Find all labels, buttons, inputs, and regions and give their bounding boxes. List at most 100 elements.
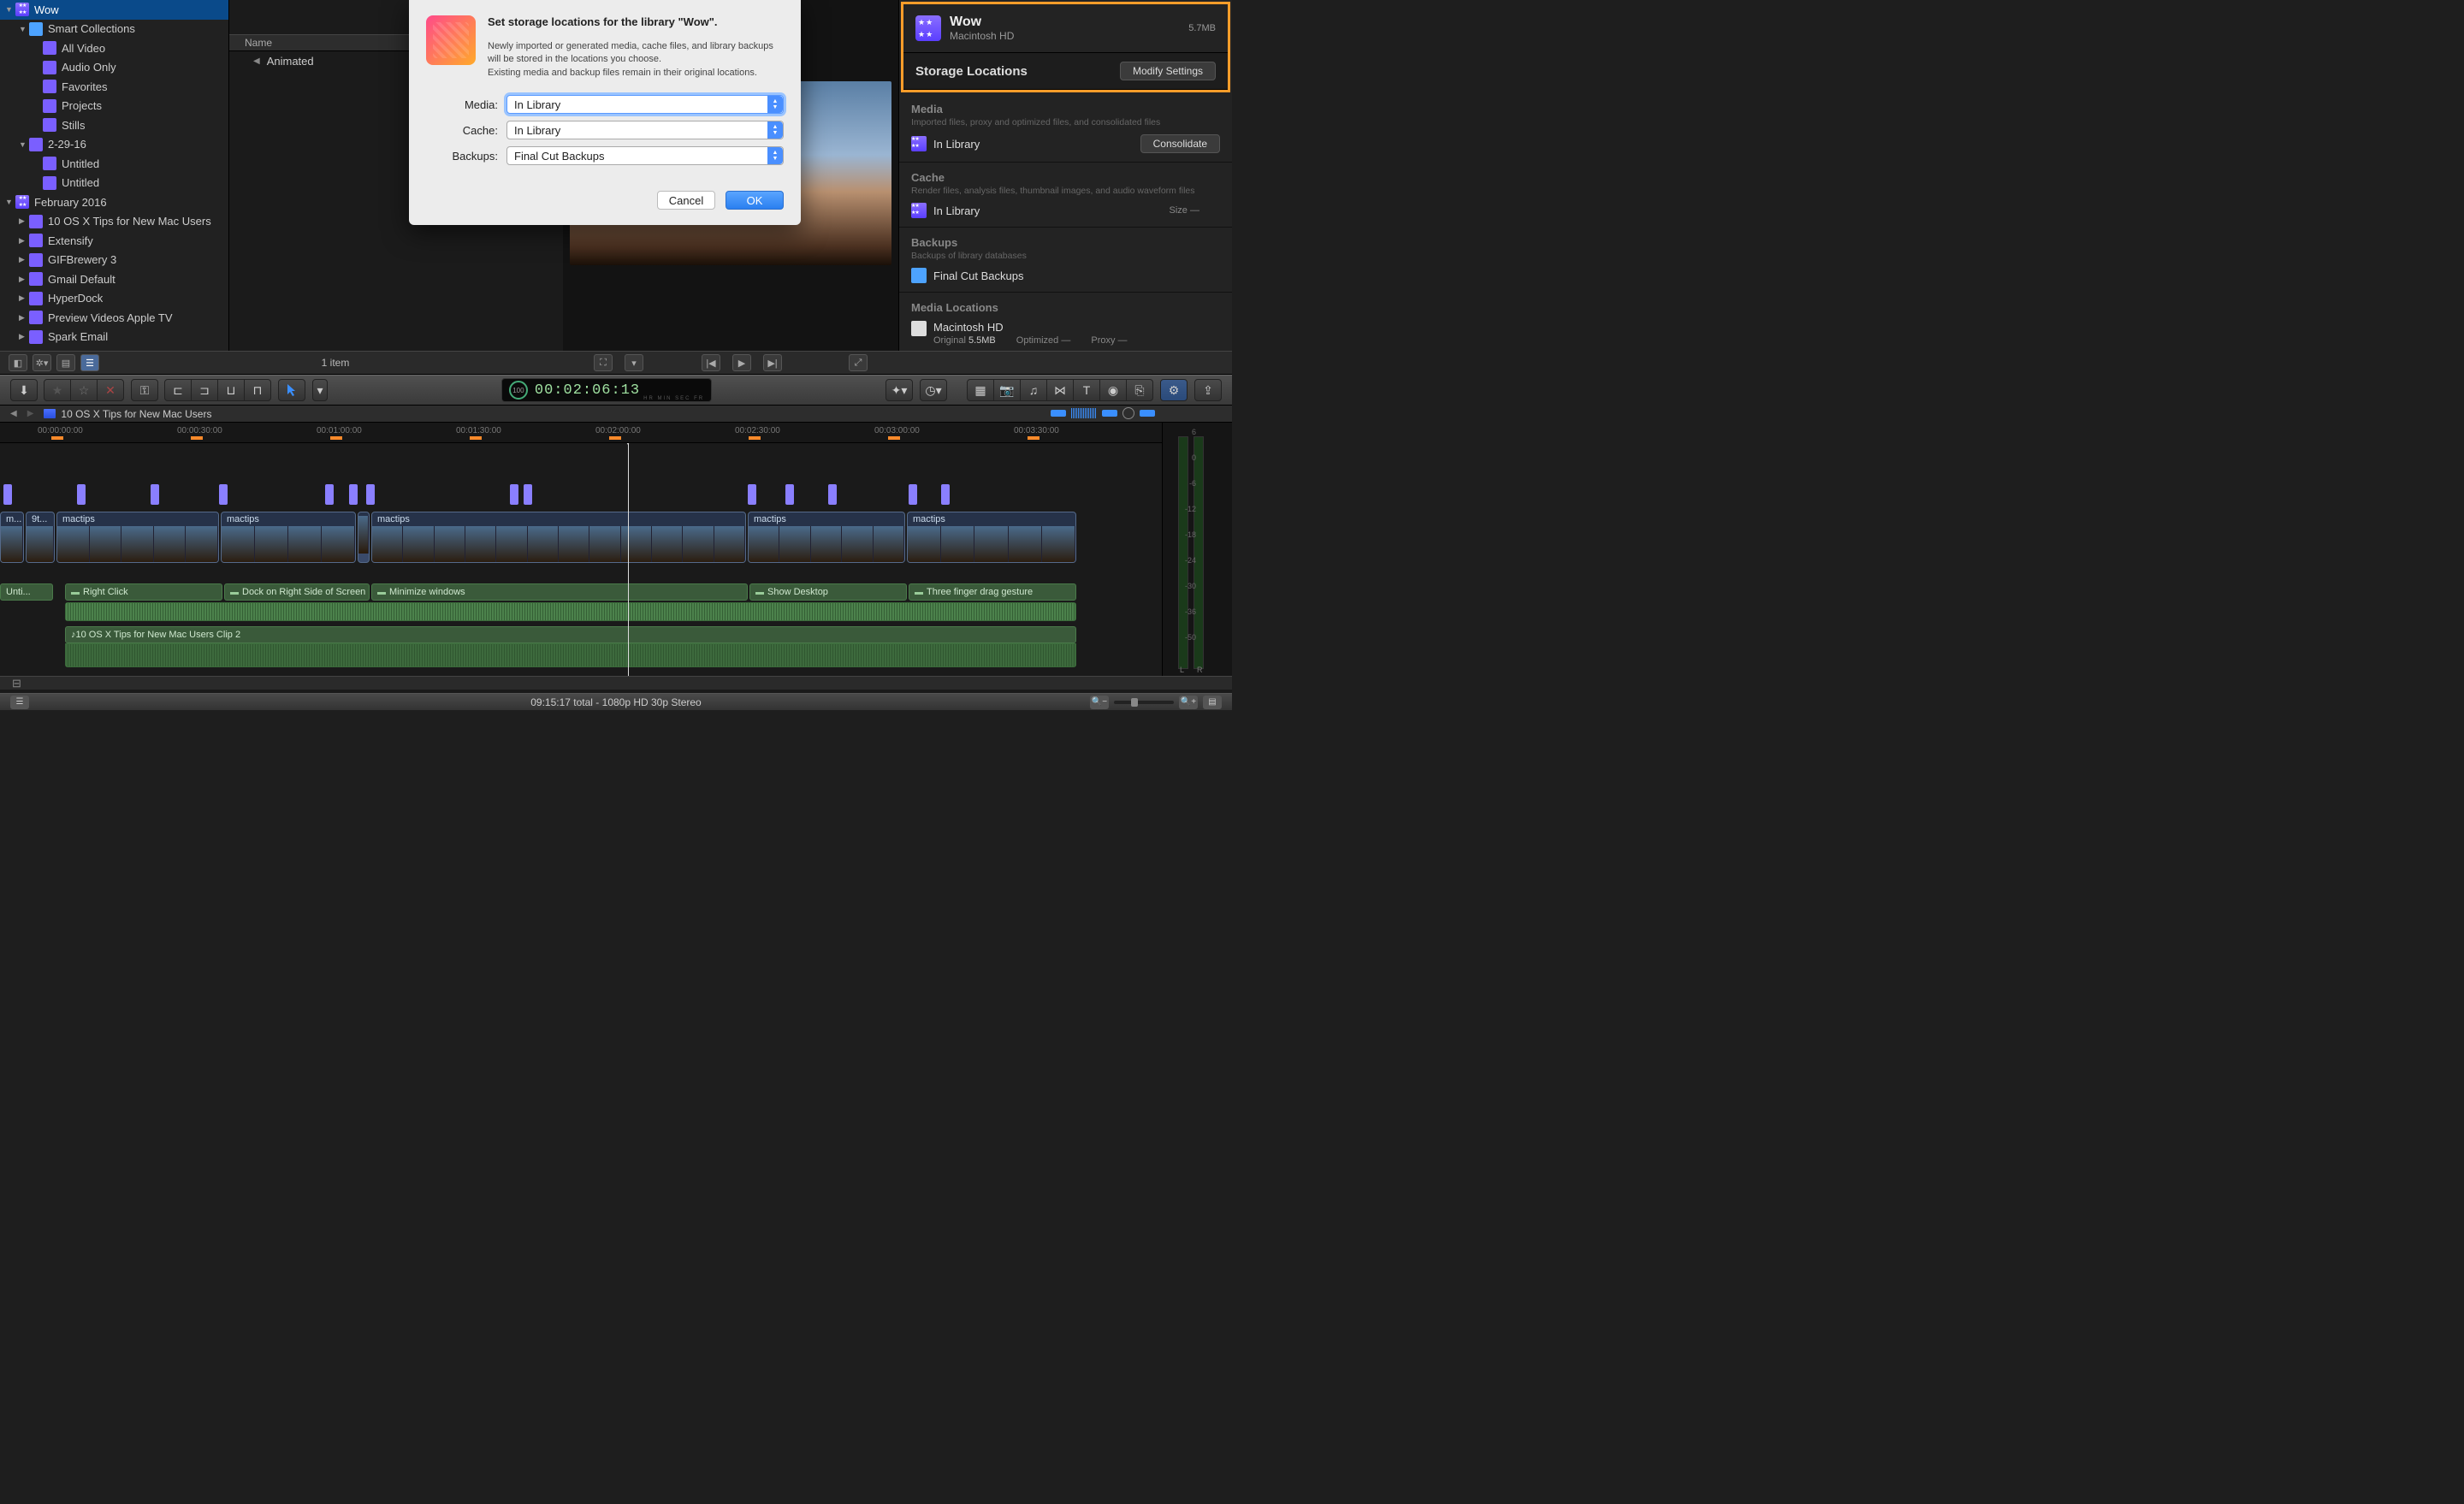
audio-clip-title[interactable]: ♪ 10 OS X Tips for New Mac Users Clip 2 bbox=[65, 626, 1076, 643]
video-clip[interactable]: 9t... bbox=[26, 512, 55, 563]
sidebar-item-smart[interactable]: Audio Only bbox=[0, 58, 228, 78]
timeline-index-button[interactable]: ☰ bbox=[10, 696, 29, 709]
share-button[interactable]: ⇪ bbox=[1194, 379, 1222, 401]
backups-select[interactable]: Final Cut Backups▲▼ bbox=[506, 146, 784, 165]
connect-clip-button[interactable]: ⊏ bbox=[164, 379, 192, 401]
marker[interactable] bbox=[366, 484, 375, 505]
marker[interactable] bbox=[785, 484, 794, 505]
sidebar-item-event[interactable]: ▶Preview Videos Apple TV bbox=[0, 308, 228, 328]
history-back-button[interactable]: ◀ bbox=[10, 409, 17, 418]
sidebar-item-event[interactable]: ▶HyperDock bbox=[0, 289, 228, 309]
view-options-button[interactable]: ▾ bbox=[625, 354, 643, 371]
history-fwd-button[interactable]: ▶ bbox=[27, 409, 34, 418]
timeline-index-item[interactable] bbox=[1051, 410, 1066, 417]
sidebar-item-library[interactable]: ▼Wow bbox=[0, 0, 228, 20]
title-clip[interactable]: ▬Show Desktop bbox=[749, 583, 907, 601]
skimming-button[interactable]: ⊟ bbox=[12, 677, 21, 690]
clip-appearance-button[interactable]: ▤ bbox=[1203, 696, 1222, 709]
marker[interactable] bbox=[151, 484, 159, 505]
fullscreen-button[interactable]: ⤢ bbox=[849, 354, 868, 371]
timeline-body[interactable]: m...9t...mactipsmactipsmactipsmactipsmac… bbox=[0, 443, 1232, 676]
library-sidebar[interactable]: ▼Wow▼Smart CollectionsAll VideoAudio Onl… bbox=[0, 0, 229, 351]
disclosure-icon[interactable]: ▶ bbox=[19, 216, 27, 226]
import-button[interactable]: ⬇ bbox=[10, 379, 38, 401]
sidebar-item-smart[interactable]: Favorites bbox=[0, 77, 228, 97]
sidebar-item-event[interactable]: ▶Gmail Default bbox=[0, 269, 228, 289]
inspector-button[interactable]: ⚙ bbox=[1160, 379, 1188, 401]
select-tool-button[interactable] bbox=[278, 379, 305, 401]
timeline-index-item[interactable] bbox=[1102, 410, 1117, 417]
list-view-button[interactable]: ☰ bbox=[80, 354, 99, 371]
sidebar-item-event[interactable]: ▼2-29-16 bbox=[0, 135, 228, 155]
append-clip-button[interactable]: ⊔ bbox=[217, 379, 245, 401]
photos-browser-button[interactable]: 📷 bbox=[993, 379, 1021, 401]
disclosure-icon[interactable]: ▶ bbox=[19, 293, 27, 303]
prev-edit-button[interactable]: |◀ bbox=[702, 354, 720, 371]
disclosure-icon[interactable]: ▼ bbox=[5, 5, 14, 14]
zoom-out-button[interactable]: 🔍− bbox=[1090, 696, 1109, 709]
sidebar-item-project[interactable]: Untitled bbox=[0, 174, 228, 193]
disclosure-icon[interactable]: ▶ bbox=[19, 313, 27, 323]
video-clip[interactable]: mactips bbox=[748, 512, 905, 563]
sidebar-item-folder[interactable]: ▼Smart Collections bbox=[0, 20, 228, 39]
title-clip[interactable]: ▬Three finger drag gesture bbox=[909, 583, 1076, 601]
marker[interactable] bbox=[510, 484, 518, 505]
background-tasks-icon[interactable]: 100 bbox=[509, 381, 528, 400]
video-clip[interactable]: mactips bbox=[371, 512, 746, 563]
marker[interactable] bbox=[77, 484, 86, 505]
disclosure-icon[interactable]: ▼ bbox=[19, 25, 27, 33]
overwrite-clip-button[interactable]: ⊓ bbox=[244, 379, 271, 401]
title-clip[interactable]: ▬Minimize windows bbox=[371, 583, 748, 601]
disclosure-icon[interactable]: ▶ bbox=[19, 255, 27, 264]
music-browser-button[interactable]: ♫ bbox=[1020, 379, 1047, 401]
video-clip[interactable]: mactips bbox=[56, 512, 219, 563]
disclosure-icon[interactable]: ▶ bbox=[19, 275, 27, 284]
zoom-slider[interactable] bbox=[1114, 701, 1174, 704]
disclosure-icon[interactable]: ▼ bbox=[19, 140, 27, 149]
marker[interactable] bbox=[325, 484, 334, 505]
playhead[interactable] bbox=[628, 443, 629, 676]
filmstrip-view-button[interactable]: ▤ bbox=[56, 354, 75, 371]
themes-browser-button[interactable]: ⎘ bbox=[1126, 379, 1153, 401]
favorite-button[interactable]: ★ bbox=[44, 379, 71, 401]
sidebar-item-project[interactable]: Untitled bbox=[0, 154, 228, 174]
timeline-ruler[interactable]: 00:00:00:0000:00:30:0000:01:00:0000:01:3… bbox=[0, 423, 1232, 443]
ok-button[interactable]: OK bbox=[726, 191, 784, 210]
insert-clip-button[interactable]: ⊐ bbox=[191, 379, 218, 401]
marker[interactable] bbox=[3, 484, 12, 505]
timecode-display[interactable]: 100 00:02:06:13 HR MIN SEC FR bbox=[501, 378, 712, 402]
sidebar-item-smart[interactable]: Stills bbox=[0, 115, 228, 135]
sidebar-item-smart[interactable]: All Video bbox=[0, 38, 228, 58]
marker[interactable] bbox=[828, 484, 837, 505]
keyword-button[interactable]: ⚿ bbox=[131, 379, 158, 401]
transitions-browser-button[interactable]: ⋈ bbox=[1046, 379, 1074, 401]
media-select[interactable]: In Library▲▼ bbox=[506, 95, 784, 114]
title-clip[interactable]: ▬Dock on Right Side of Screen bbox=[224, 583, 370, 601]
timeline-index-item[interactable] bbox=[1140, 410, 1155, 417]
retime-button[interactable]: ◷▾ bbox=[920, 379, 947, 401]
modify-settings-button[interactable]: Modify Settings bbox=[1120, 62, 1216, 80]
tool-menu-button[interactable]: ▾ bbox=[312, 379, 328, 401]
video-clip[interactable]: mactips bbox=[221, 512, 356, 563]
video-clip[interactable] bbox=[358, 512, 370, 563]
sidebar-item-event[interactable]: ▶Spark Email bbox=[0, 328, 228, 347]
action-menu-button[interactable]: ✲▾ bbox=[33, 354, 51, 371]
timeline-index-audio[interactable] bbox=[1071, 408, 1097, 418]
titles-browser-button[interactable]: T bbox=[1073, 379, 1100, 401]
play-button[interactable]: ▶ bbox=[732, 354, 751, 371]
title-clip[interactable]: ▬Right Click bbox=[65, 583, 222, 601]
effects-browser-button[interactable]: ▦ bbox=[967, 379, 994, 401]
marker[interactable] bbox=[349, 484, 358, 505]
consolidate-button[interactable]: Consolidate bbox=[1140, 134, 1220, 153]
next-edit-button[interactable]: ▶| bbox=[763, 354, 782, 371]
sidebar-item-event[interactable]: ▶10 OS X Tips for New Mac Users bbox=[0, 212, 228, 232]
marker[interactable] bbox=[748, 484, 756, 505]
marker[interactable] bbox=[524, 484, 532, 505]
hide-browser-button[interactable]: ◧ bbox=[9, 354, 27, 371]
video-clip[interactable]: mactips bbox=[907, 512, 1076, 563]
sidebar-item-event[interactable]: ▶GIFBrewery 3 bbox=[0, 251, 228, 270]
marker[interactable] bbox=[909, 484, 917, 505]
disclosure-icon[interactable]: ▼ bbox=[5, 198, 14, 206]
title-clip[interactable]: Unti... bbox=[0, 583, 53, 601]
cache-select[interactable]: In Library▲▼ bbox=[506, 121, 784, 139]
